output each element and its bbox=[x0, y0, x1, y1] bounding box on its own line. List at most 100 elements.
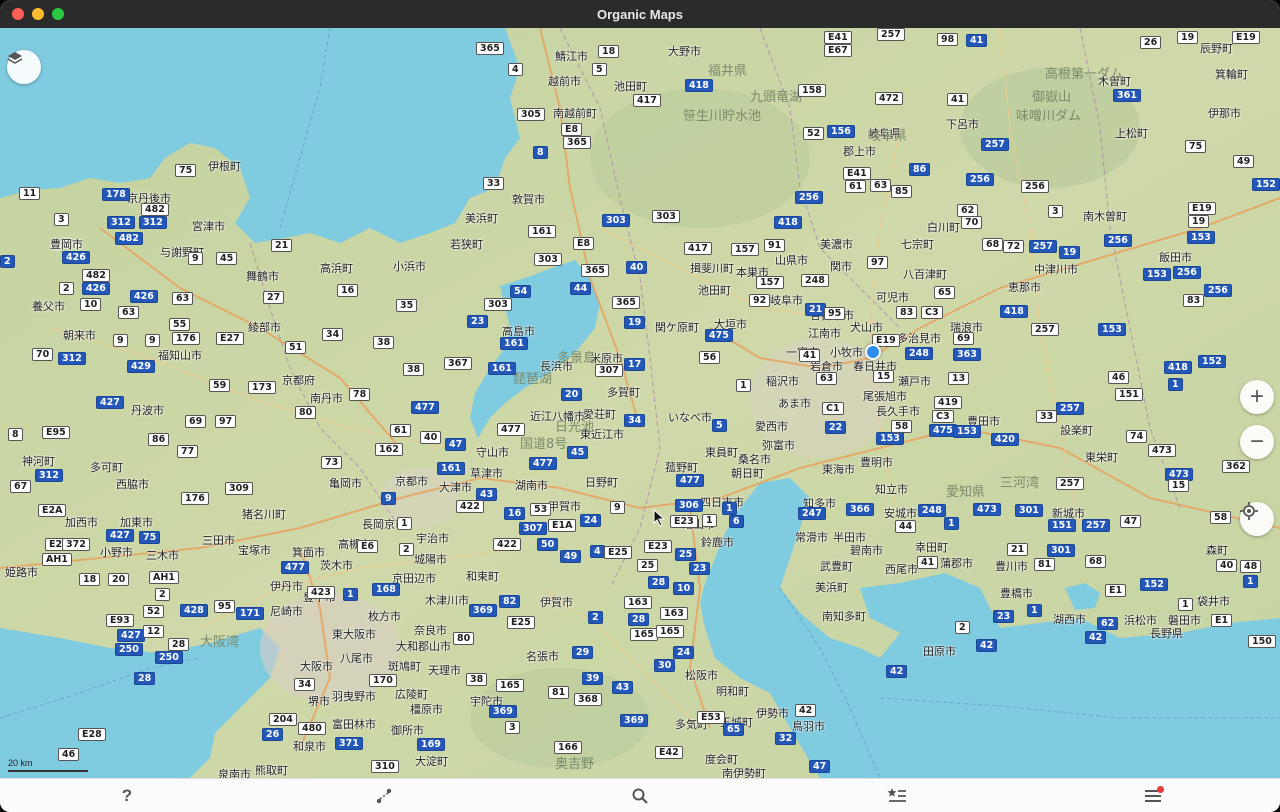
road-shield: 41 bbox=[799, 349, 821, 362]
road-shield: E8 bbox=[561, 123, 583, 136]
road-shield: 423 bbox=[307, 586, 335, 599]
road-shield: E27 bbox=[216, 332, 244, 345]
place-label: 甲賀市 bbox=[548, 500, 581, 513]
road-shield: 42 bbox=[1085, 631, 1107, 644]
place-label: 熊取町 bbox=[255, 764, 288, 777]
place-label: 袋井市 bbox=[1197, 595, 1230, 608]
road-shield: 1 bbox=[1168, 378, 1183, 391]
road-shield: 1 bbox=[944, 517, 959, 530]
road-shield: 16 bbox=[504, 507, 526, 520]
help-button[interactable]: ? bbox=[107, 779, 147, 812]
road-shield: 92 bbox=[749, 294, 771, 307]
scale-label: 20 km bbox=[8, 758, 33, 768]
road-shield: 165 bbox=[656, 625, 684, 638]
road-shield: E19 bbox=[1232, 31, 1260, 44]
place-label: 三田市 bbox=[202, 534, 235, 547]
road-shield: 70 bbox=[961, 216, 983, 229]
road-shield: 306 bbox=[675, 499, 703, 512]
search-button[interactable] bbox=[620, 779, 660, 812]
help-icon: ? bbox=[121, 786, 133, 805]
place-label: 大淀町 bbox=[415, 755, 448, 768]
road-shield: 67 bbox=[10, 480, 32, 493]
road-shield: 153 bbox=[1187, 231, 1215, 244]
road-shield: 85 bbox=[891, 185, 913, 198]
road-shield: 28 bbox=[168, 638, 190, 651]
road-shield: 61 bbox=[390, 424, 412, 437]
road-shield: 204 bbox=[269, 713, 297, 726]
road-shield: 19 bbox=[624, 316, 646, 329]
road-shield: 44 bbox=[570, 282, 592, 295]
road-shield: 473 bbox=[973, 503, 1001, 516]
road-shield: 362 bbox=[1222, 460, 1250, 473]
road-shield: 25 bbox=[637, 559, 659, 572]
bookmarks-button[interactable] bbox=[877, 779, 917, 812]
road-shield: 257 bbox=[1082, 519, 1110, 532]
road-shield: 301 bbox=[1015, 504, 1043, 517]
road-shield: 2 bbox=[155, 588, 170, 601]
road-shield: 426 bbox=[62, 251, 90, 264]
zoom-in-button[interactable]: + bbox=[1240, 380, 1274, 414]
road-shield: 70 bbox=[32, 348, 54, 361]
map-view[interactable]: 大野市 鯖江市 越前市 池田町 南越前町 敦賀市 美浜町 若狭町 小浜市 高浜町 舞鶴市 宮津市 伊根町… bbox=[0, 28, 1280, 778]
road-shield: 475 bbox=[705, 329, 733, 342]
road-shield: 42 bbox=[976, 639, 998, 652]
road-shield: 165 bbox=[496, 679, 524, 692]
road-shield: 18 bbox=[598, 45, 620, 58]
road-shield: 52 bbox=[143, 605, 165, 618]
zoom-window-button[interactable] bbox=[52, 8, 64, 20]
road-shield: 248 bbox=[801, 274, 829, 287]
layers-button[interactable] bbox=[7, 50, 41, 84]
place-label: 南木曽町 bbox=[1083, 210, 1127, 223]
road-shield: 157 bbox=[731, 243, 759, 256]
zoom-out-button[interactable]: − bbox=[1240, 425, 1274, 459]
my-location-button[interactable] bbox=[1240, 502, 1274, 536]
road-shield: 369 bbox=[620, 714, 648, 727]
window-title: Organic Maps bbox=[597, 6, 683, 22]
road-shield: 28 bbox=[134, 672, 156, 685]
road-shield: 170 bbox=[369, 674, 397, 687]
place-label: 伊勢市 bbox=[756, 707, 789, 720]
minimize-window-button[interactable] bbox=[32, 8, 44, 20]
road-shield: 46 bbox=[58, 748, 80, 761]
road-shield: 63 bbox=[118, 306, 140, 319]
road-shield: 65 bbox=[934, 286, 956, 299]
road-shield: 43 bbox=[612, 681, 634, 694]
place-label: 下呂市 bbox=[946, 118, 979, 131]
region-label: 奥吉野 bbox=[555, 757, 595, 772]
route-button[interactable] bbox=[364, 779, 404, 812]
road-shield: 303 bbox=[602, 214, 630, 227]
road-shield: 312 bbox=[139, 216, 167, 229]
current-location-marker bbox=[865, 344, 881, 360]
place-label: 守山市 bbox=[476, 446, 509, 459]
place-label: いなべ市 bbox=[668, 411, 712, 424]
road-shield: 81 bbox=[548, 686, 570, 699]
road-shield: 256 bbox=[1173, 266, 1201, 279]
road-shield: 40 bbox=[420, 431, 442, 444]
road-shield: 158 bbox=[798, 84, 826, 97]
place-label: 宮津市 bbox=[192, 220, 225, 233]
place-label: 天理市 bbox=[428, 664, 461, 677]
menu-button[interactable] bbox=[1133, 779, 1173, 812]
road-shield: 480 bbox=[298, 722, 326, 735]
road-shield: 4 bbox=[590, 545, 605, 558]
road-shield: 9 bbox=[188, 252, 203, 265]
road-shield: 427 bbox=[106, 529, 134, 542]
road-shield: 151 bbox=[1048, 519, 1076, 532]
road-shield: 47 bbox=[445, 438, 467, 451]
place-label: 多賀町 bbox=[607, 386, 640, 399]
road-shield: 372 bbox=[62, 538, 90, 551]
road-shield: 418 bbox=[1000, 305, 1028, 318]
road-shield: 427 bbox=[96, 396, 124, 409]
road-shield: 256 bbox=[1204, 284, 1232, 297]
road-shield: 22 bbox=[825, 421, 847, 434]
road-shield: 307 bbox=[595, 364, 623, 377]
road-shield: 153 bbox=[1098, 323, 1126, 336]
road-shield: 309 bbox=[225, 482, 253, 495]
road-shield: 86 bbox=[909, 163, 931, 176]
place-label: 関市 bbox=[830, 260, 852, 273]
road-shield: 473 bbox=[1148, 444, 1176, 457]
close-window-button[interactable] bbox=[12, 8, 24, 20]
notification-dot bbox=[1157, 786, 1164, 793]
place-label: 東員町 bbox=[705, 446, 738, 459]
place-label: 大阪市 bbox=[300, 660, 333, 673]
